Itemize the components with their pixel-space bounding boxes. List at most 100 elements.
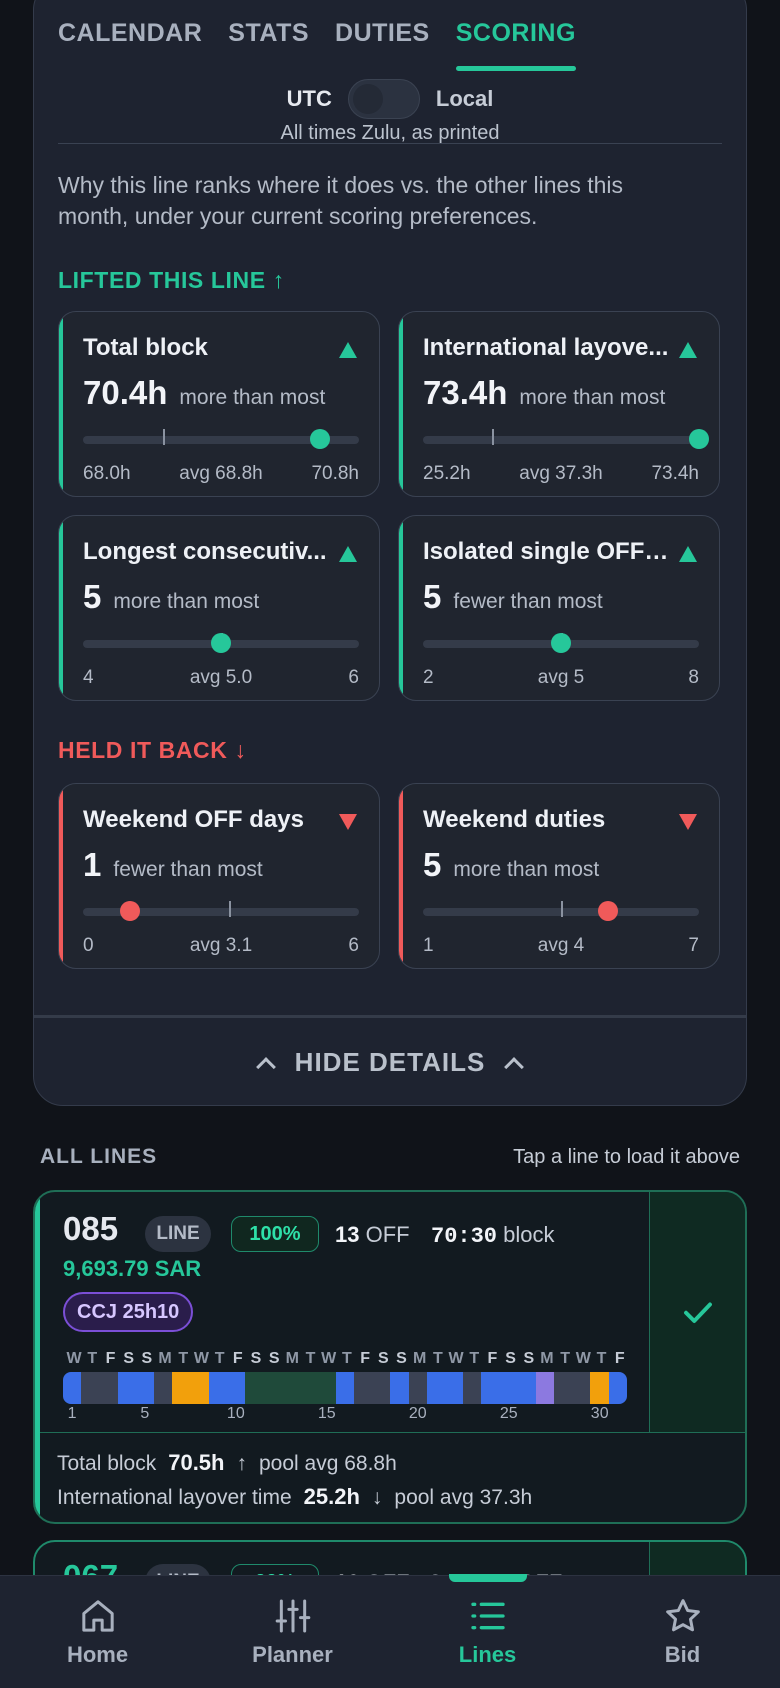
calendar-day-letters: WTFSSMTWTFSSMTWTFSSMTWTFSSMTWTF xyxy=(65,1350,629,1368)
range-max: 8 xyxy=(688,667,699,688)
line-card-085[interactable]: 085 LINE 100% 13 OFF 70:30 block 9,693.7… xyxy=(33,1190,747,1524)
stat-pool-avg: pool avg 37.3h xyxy=(394,1486,533,1509)
calendar-day-cell xyxy=(281,1372,300,1404)
calendar-day-cell xyxy=(408,1372,427,1404)
value-dot xyxy=(119,901,140,921)
down-triangle-icon xyxy=(339,814,357,830)
score-card-intl-layover[interactable]: International layove... 73.4h more than m… xyxy=(398,311,720,497)
calendar-day-letter: S xyxy=(505,1350,516,1367)
home-icon xyxy=(81,1600,114,1632)
calendar-day-cell xyxy=(426,1372,445,1404)
range-track xyxy=(423,633,699,653)
card-value: 73.4h xyxy=(423,374,508,411)
tab-calendar[interactable]: CALENDAR xyxy=(58,19,202,71)
calendar-day-cell xyxy=(535,1372,555,1404)
switch-knob xyxy=(352,84,383,114)
calendar-day-cell xyxy=(590,1372,609,1404)
card-title: Weekend OFF days xyxy=(83,806,304,833)
avg-tick xyxy=(561,901,563,917)
calendar-day-cell xyxy=(81,1372,100,1404)
range-min: 68.0h xyxy=(83,463,131,484)
select-line-button[interactable] xyxy=(649,1192,745,1432)
score-card-weekend-duties[interactable]: Weekend duties 5 more than most 1 avg 4 7 xyxy=(398,783,720,969)
timezone-switch[interactable] xyxy=(347,79,420,119)
nav-home[interactable]: Home xyxy=(0,1576,195,1688)
card-title: Weekend duties xyxy=(423,806,606,833)
calendar-day-cell xyxy=(63,1372,82,1404)
score-card-isolated-off[interactable]: Isolated single OFF ... 5 fewer than most… xyxy=(398,515,720,701)
calendar-day-cell xyxy=(554,1372,573,1404)
calendar-day-letter: F xyxy=(232,1350,243,1367)
stat-value: 25.2h xyxy=(303,1484,360,1509)
all-lines-heading: ALL LINES xyxy=(40,1145,158,1168)
score-card-weekend-off[interactable]: Weekend OFF days 1 fewer than most 0 avg 3… xyxy=(58,783,380,969)
up-triangle-icon xyxy=(679,342,697,358)
avg-tick xyxy=(492,429,494,445)
calendar-day-letter: S xyxy=(250,1350,262,1367)
card-title: Isolated single OFF ... xyxy=(423,538,671,565)
nav-label: Lines xyxy=(458,1642,517,1667)
avg-tick xyxy=(163,429,166,445)
stat-label: Total block xyxy=(57,1452,157,1475)
up-triangle-icon xyxy=(679,546,697,562)
calendar-day-letter: F xyxy=(360,1350,370,1367)
card-comparison: fewer than most xyxy=(453,590,603,613)
calendar-day-number: 25 xyxy=(499,1405,518,1422)
value-dot xyxy=(551,633,571,653)
timezone-note: All times Zulu, as printed xyxy=(280,122,500,144)
score-card-longest-consecutive[interactable]: Longest consecutiv... 5 more than most 4 a… xyxy=(58,515,380,701)
hide-details-button[interactable]: HIDE DETAILS xyxy=(34,1015,746,1105)
calendar-day-letter: M xyxy=(158,1350,172,1367)
all-lines-hint: Tap a line to load it above xyxy=(513,1146,740,1168)
check-icon xyxy=(683,1302,712,1323)
range-min: 0 xyxy=(83,935,94,956)
line-pay: 9,693.79 SAR xyxy=(63,1256,202,1281)
card-value: 5 xyxy=(83,578,102,615)
range-avg: avg 37.3h xyxy=(519,463,603,484)
tab-duties[interactable]: DUTIES xyxy=(335,19,430,71)
divider xyxy=(58,143,722,144)
calendar-day-letter: F xyxy=(105,1350,116,1367)
star-icon xyxy=(665,1599,700,1632)
up-triangle-icon xyxy=(339,342,357,358)
nav-planner[interactable]: Planner xyxy=(195,1576,390,1688)
range-min: 25.2h xyxy=(423,463,471,484)
timezone-toggle-row: UTC Local xyxy=(34,79,746,119)
calendar-day-cell xyxy=(354,1372,373,1404)
card-comparison: more than most xyxy=(519,386,666,409)
range-avg: avg 3.1 xyxy=(189,935,253,956)
nav-lines[interactable]: Lines xyxy=(390,1576,585,1688)
calendar-day-cell xyxy=(335,1372,354,1404)
nav-label: Bid xyxy=(664,1642,701,1667)
range-min: 4 xyxy=(83,667,94,688)
off-count-value: 13 xyxy=(335,1222,360,1247)
calendar-day-cell xyxy=(190,1372,209,1404)
score-card-total-block[interactable]: Total block 70.4h more than most 68.0h avg… xyxy=(58,311,380,497)
range-avg: avg 68.8h xyxy=(179,463,263,484)
value-dot xyxy=(689,429,709,449)
calendar-day-cell xyxy=(317,1372,336,1404)
calendar-day-cell xyxy=(481,1372,500,1404)
calendar-day-cell xyxy=(444,1372,464,1404)
chevron-up-icon xyxy=(504,1056,525,1077)
range-track xyxy=(83,901,359,921)
card-comparison: more than most xyxy=(179,386,326,409)
range-avg: avg 4 xyxy=(537,935,585,956)
calendar-day-cell xyxy=(390,1372,409,1404)
calendar-day-letter: M xyxy=(412,1350,427,1367)
nav-bid[interactable]: Bid xyxy=(585,1576,780,1688)
calendar-day-cell xyxy=(499,1372,518,1404)
calendar-strip xyxy=(63,1372,627,1404)
range-max: 70.8h xyxy=(311,463,359,484)
calendar-day-letter: S xyxy=(141,1350,153,1367)
calendar-day-cell xyxy=(172,1372,191,1404)
detail-tabs: CALENDAR STATS DUTIES SCORING xyxy=(58,19,577,71)
tab-stats[interactable]: STATS xyxy=(228,19,309,71)
calendar-day-numbers: 1 5 10 15 20 25 30 xyxy=(63,1405,627,1425)
card-title: Longest consecutiv... xyxy=(83,538,327,565)
card-value: 5 xyxy=(423,846,442,883)
calendar-day-cell xyxy=(572,1372,591,1404)
scoring-intro: Why this line ranks where it does vs. th… xyxy=(58,172,624,229)
tab-scoring[interactable]: SCORING xyxy=(455,19,577,71)
calendar-day-letter: S xyxy=(123,1350,134,1367)
